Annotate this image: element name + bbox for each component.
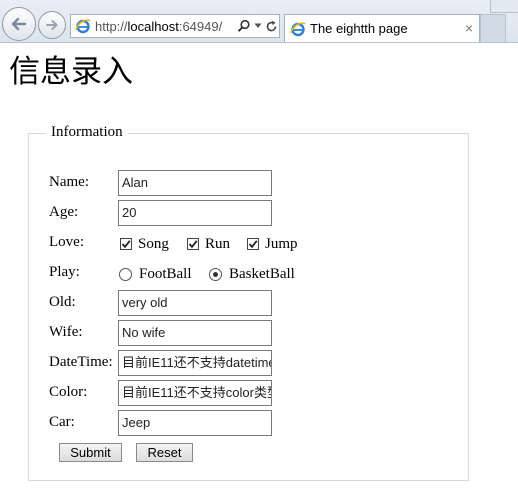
- age-input[interactable]: 20: [118, 200, 272, 226]
- arrow-right-icon: [46, 20, 58, 30]
- play-label: Play:: [49, 264, 80, 280]
- forward-button[interactable]: [38, 11, 66, 39]
- browser-toolbar: http://localhost:64949/ The eightth page…: [0, 0, 518, 43]
- love-option-song[interactable]: Song: [120, 235, 169, 253]
- url-rest: :64949/: [178, 18, 223, 34]
- love-option-run[interactable]: Run: [187, 235, 230, 253]
- ie-logo-icon: [75, 19, 91, 34]
- love-option-label: Run: [205, 236, 231, 252]
- color-label: Color:: [49, 384, 88, 400]
- tab-title: The eightth page: [310, 21, 408, 36]
- reset-button[interactable]: Reset: [136, 443, 193, 462]
- car-input[interactable]: Jeep: [118, 410, 272, 436]
- datetime-label: DateTime:: [49, 354, 113, 370]
- close-tab-icon[interactable]: ×: [465, 20, 473, 36]
- address-bar[interactable]: http://localhost:64949/: [70, 14, 280, 38]
- old-input[interactable]: very old: [118, 290, 272, 316]
- name-input[interactable]: Alan: [118, 170, 272, 196]
- search-icon[interactable]: [237, 19, 251, 33]
- play-option-label: FootBall: [139, 266, 192, 282]
- wife-label: Wife:: [49, 324, 83, 340]
- color-input[interactable]: 目前IE11还不支持color类型: [118, 380, 272, 406]
- checkbox-checked-icon[interactable]: [187, 238, 199, 250]
- wife-input[interactable]: No wife: [118, 320, 272, 346]
- window-corner: [490, 0, 518, 13]
- back-button[interactable]: [2, 7, 36, 41]
- play-option-basketball[interactable]: BasketBall: [209, 265, 295, 283]
- checkbox-checked-icon[interactable]: [247, 238, 259, 250]
- arrow-left-icon: [11, 17, 27, 31]
- url-host: localhost: [127, 18, 179, 34]
- ie-logo-icon: [290, 21, 306, 36]
- checkbox-checked-icon[interactable]: [120, 238, 132, 250]
- submit-button[interactable]: Submit: [59, 443, 122, 462]
- url-prefix: http://: [95, 18, 128, 34]
- new-tab-button[interactable]: [480, 14, 506, 42]
- old-label: Old:: [49, 294, 76, 310]
- name-label: Name:: [49, 174, 89, 190]
- play-option-football[interactable]: FootBall: [119, 265, 192, 283]
- radio-unselected-icon[interactable]: [119, 267, 132, 281]
- radio-dot: [213, 271, 218, 277]
- age-label: Age:: [49, 204, 79, 220]
- tab-active[interactable]: The eightth page ×: [284, 14, 480, 42]
- love-option-label: Song: [138, 236, 169, 252]
- page-title: 信息录入: [9, 54, 133, 90]
- dropdown-arrow-icon[interactable]: [254, 23, 262, 29]
- car-label: Car:: [49, 414, 75, 430]
- love-label: Love:: [49, 234, 84, 250]
- refresh-icon[interactable]: [265, 20, 278, 33]
- fieldset-legend: Information: [46, 123, 128, 141]
- love-option-jump[interactable]: Jump: [247, 235, 298, 253]
- love-option-label: Jump: [265, 236, 298, 252]
- play-option-label: BasketBall: [229, 266, 295, 282]
- datetime-input[interactable]: 目前IE11还不支持datetime: [118, 350, 272, 376]
- radio-selected-icon[interactable]: [209, 267, 222, 281]
- address-url: http://localhost:64949/: [95, 19, 235, 34]
